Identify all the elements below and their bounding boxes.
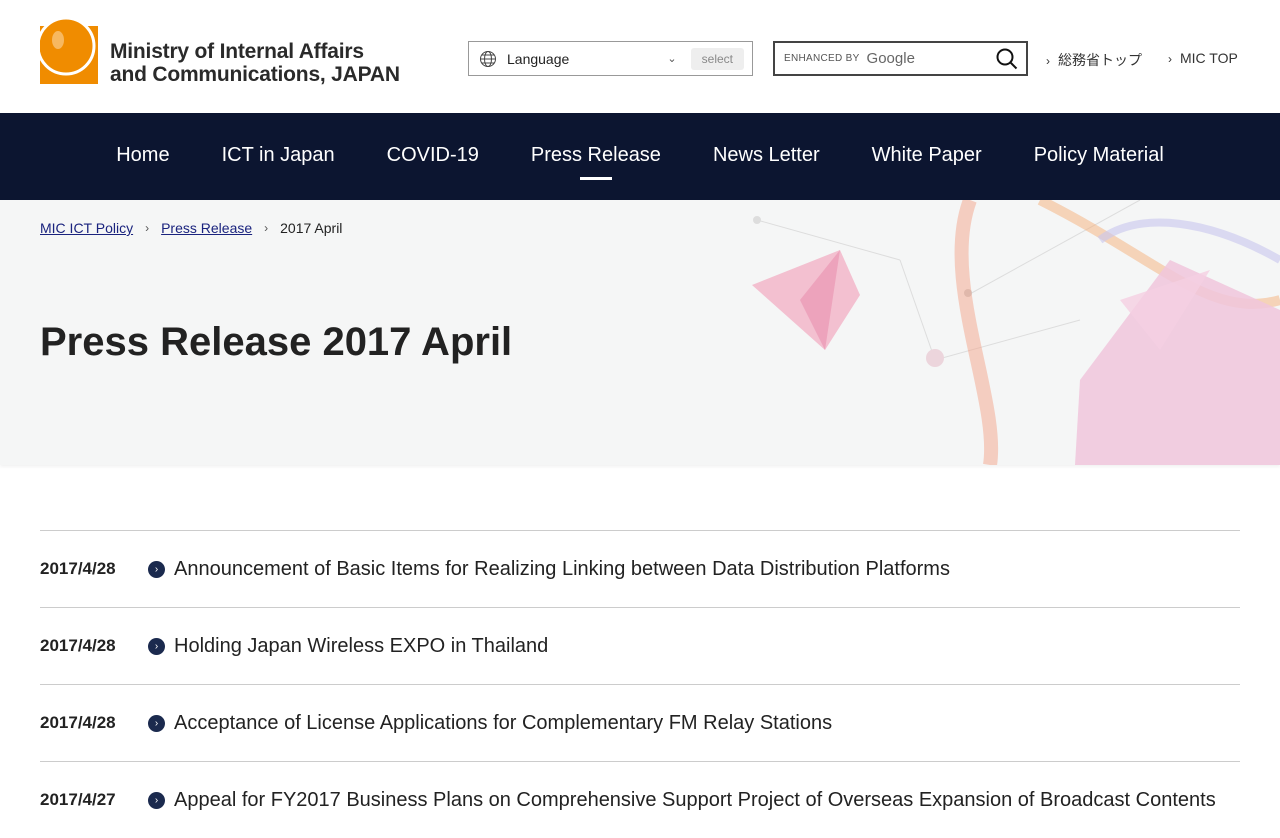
item-date: 2017/4/28 (40, 636, 116, 655)
chevron-right-icon: › (1046, 54, 1050, 68)
item-date: 2017/4/28 (40, 559, 116, 578)
breadcrumb-current: 2017 April (280, 220, 343, 236)
language-select-button[interactable]: select (690, 47, 744, 70)
search-input[interactable]: ENHANCED BY Google (773, 41, 1028, 76)
page-title: Press Release 2017 April (40, 320, 513, 364)
breadcrumb: MIC ICT Policy › Press Release › 2017 Ap… (40, 220, 342, 236)
nav-ict-in-japan[interactable]: ICT in Japan (196, 113, 361, 200)
nav-news-letter[interactable]: News Letter (687, 113, 846, 200)
item-link[interactable]: Acceptance of License Applications for C… (174, 712, 832, 735)
decorative-graphic-icon (752, 200, 1280, 465)
link-mic-label: MIC TOP (1180, 50, 1238, 66)
nav-policy-material[interactable]: Policy Material (1008, 113, 1190, 200)
globe-icon (480, 50, 496, 67)
mic-logo[interactable]: Ministry of Internal Affairs and Communi… (40, 18, 400, 88)
item-link[interactable]: Appeal for FY2017 Business Plans on Comp… (174, 789, 1216, 812)
search-google-label: Google (866, 50, 915, 67)
chevron-down-icon: ⌄ (667, 53, 677, 65)
list-item: 2017/4/28 › Holding Japan Wireless EXPO … (40, 607, 1240, 684)
language-label: Language (507, 50, 570, 67)
chevron-right-icon: › (1168, 52, 1172, 66)
arrow-circle-icon: › (148, 560, 165, 578)
breadcrumb-press-release[interactable]: Press Release (161, 220, 252, 236)
list-item: 2017/4/28 › Announcement of Basic Items … (40, 530, 1240, 607)
link-soumu-label: 総務省トップ (1058, 52, 1142, 68)
search-icon[interactable] (996, 48, 1018, 70)
item-date: 2017/4/28 (40, 713, 116, 732)
list-item: 2017/4/28 › Acceptance of License Applic… (40, 684, 1240, 761)
main-nav: Home ICT in Japan COVID-19 Press Release… (0, 113, 1280, 200)
nav-home[interactable]: Home (90, 113, 195, 200)
nav-covid-19[interactable]: COVID-19 (361, 113, 505, 200)
chevron-right-icon: › (264, 221, 269, 235)
nav-white-paper[interactable]: White Paper (846, 113, 1008, 200)
search-enhanced-label: ENHANCED BY (784, 53, 860, 64)
nav-press-release[interactable]: Press Release (505, 113, 687, 200)
item-link[interactable]: Holding Japan Wireless EXPO in Thailand (174, 635, 548, 658)
item-link[interactable]: Announcement of Basic Items for Realizin… (174, 558, 950, 581)
chevron-right-icon: › (145, 221, 150, 235)
breadcrumb-mic-ict-policy[interactable]: MIC ICT Policy (40, 220, 133, 236)
arrow-circle-icon: › (148, 714, 165, 732)
header: Ministry of Internal Affairs and Communi… (0, 0, 1280, 113)
link-mic-top[interactable]: › MIC TOP (1168, 50, 1238, 66)
arrow-circle-icon: › (148, 637, 165, 655)
item-date: 2017/4/27 (40, 790, 116, 809)
link-soumu-top[interactable]: › 総務省トップ (1046, 50, 1142, 70)
logo-mark-icon (40, 18, 98, 84)
language-selector[interactable]: Language ⌄ select (468, 41, 753, 76)
hero-banner: MIC ICT Policy › Press Release › 2017 Ap… (0, 200, 1280, 465)
press-release-list: 2017/4/28 › Announcement of Basic Items … (40, 530, 1240, 838)
arrow-circle-icon: › (148, 791, 165, 809)
logo-line2: and Communications, JAPAN (110, 63, 400, 86)
logo-line1: Ministry of Internal Affairs (110, 40, 364, 63)
logo-text: Ministry of Internal Affairs and Communi… (110, 40, 400, 86)
